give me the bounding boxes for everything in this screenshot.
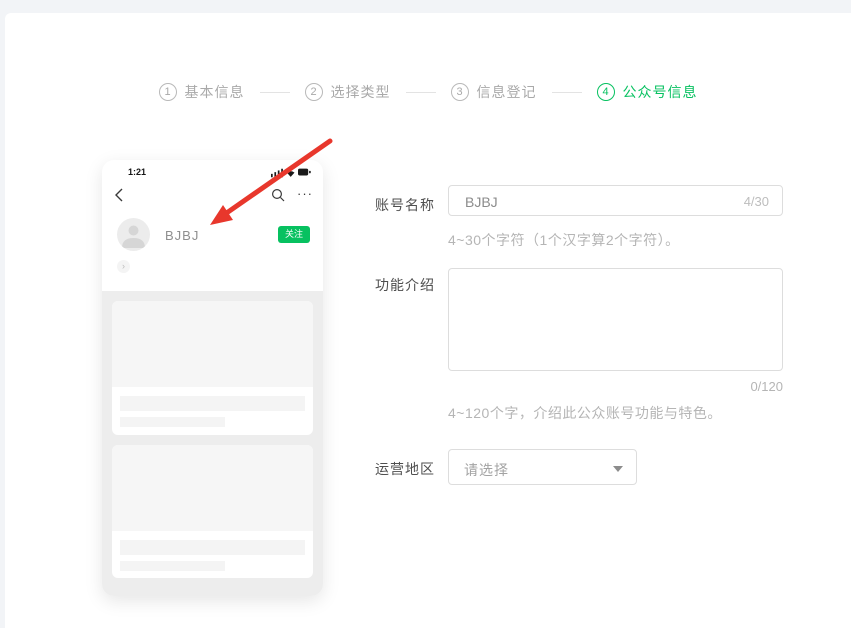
feed-text-placeholder xyxy=(120,540,305,555)
step-label: 信息登记 xyxy=(477,82,537,102)
stepper-step-basic-info[interactable]: 1 基本信息 xyxy=(159,82,245,102)
stepper-connector xyxy=(260,92,290,93)
feed-card xyxy=(112,301,313,435)
feed-text-placeholder xyxy=(120,417,225,427)
more-icon: ··· xyxy=(297,186,313,201)
profile-name: BJBJ xyxy=(165,228,199,243)
account-name-counter: 4/30 xyxy=(744,194,769,209)
phone-preview: 1:21 ··· BJBJ 关注 xyxy=(102,160,323,596)
step-number-circle: 4 xyxy=(597,83,615,101)
stepper-step-select-type[interactable]: 2 选择类型 xyxy=(305,82,391,102)
account-name-label: 账号名称 xyxy=(375,195,435,215)
intro-field xyxy=(448,268,783,371)
phone-feed-background xyxy=(102,291,323,596)
step-label: 公众号信息 xyxy=(623,82,698,102)
region-select[interactable]: 请选择 xyxy=(448,449,637,485)
step-label: 基本信息 xyxy=(185,82,245,102)
account-name-field: 4/30 xyxy=(448,185,783,216)
stepper-connector xyxy=(406,92,436,93)
search-icon xyxy=(271,188,285,202)
feed-card xyxy=(112,445,313,578)
feed-thumbnail-placeholder xyxy=(112,301,313,387)
step-number-circle: 3 xyxy=(451,83,469,101)
chevron-right-icon: › xyxy=(117,260,130,273)
stepper-step-info-registration[interactable]: 3 信息登记 xyxy=(451,82,537,102)
stepper-connector xyxy=(552,92,582,93)
avatar xyxy=(117,218,150,251)
registration-stepper: 1 基本信息 2 选择类型 3 信息登记 4 公众号信息 xyxy=(5,83,851,101)
signal-icon xyxy=(271,168,283,178)
content-card: 1 基本信息 2 选择类型 3 信息登记 4 公众号信息 1:21 xyxy=(5,13,851,628)
feed-text-placeholder xyxy=(120,396,305,411)
battery-icon xyxy=(298,168,311,177)
account-name-helper: 4~30个字符（1个汉字算2个字符）。 xyxy=(448,230,680,250)
intro-label: 功能介绍 xyxy=(375,275,435,295)
feed-thumbnail-placeholder xyxy=(112,445,313,531)
region-label: 运营地区 xyxy=(375,459,435,479)
chevron-down-icon xyxy=(613,466,623,472)
intro-counter: 0/120 xyxy=(448,379,783,394)
region-select-value: 请选择 xyxy=(464,460,509,480)
step-number-circle: 1 xyxy=(159,83,177,101)
status-time: 1:21 xyxy=(128,167,146,177)
stepper-step-account-info[interactable]: 4 公众号信息 xyxy=(597,82,698,102)
intro-textarea[interactable] xyxy=(449,269,782,370)
step-number-circle: 2 xyxy=(305,83,323,101)
account-name-input[interactable] xyxy=(463,186,717,217)
feed-text-placeholder xyxy=(120,561,225,571)
follow-button: 关注 xyxy=(278,226,310,243)
status-icons xyxy=(271,167,311,178)
step-label: 选择类型 xyxy=(331,82,391,102)
back-icon xyxy=(113,187,127,203)
intro-helper: 4~120个字，介绍此公众账号功能与特色。 xyxy=(448,403,722,423)
wifi-icon xyxy=(286,168,295,178)
